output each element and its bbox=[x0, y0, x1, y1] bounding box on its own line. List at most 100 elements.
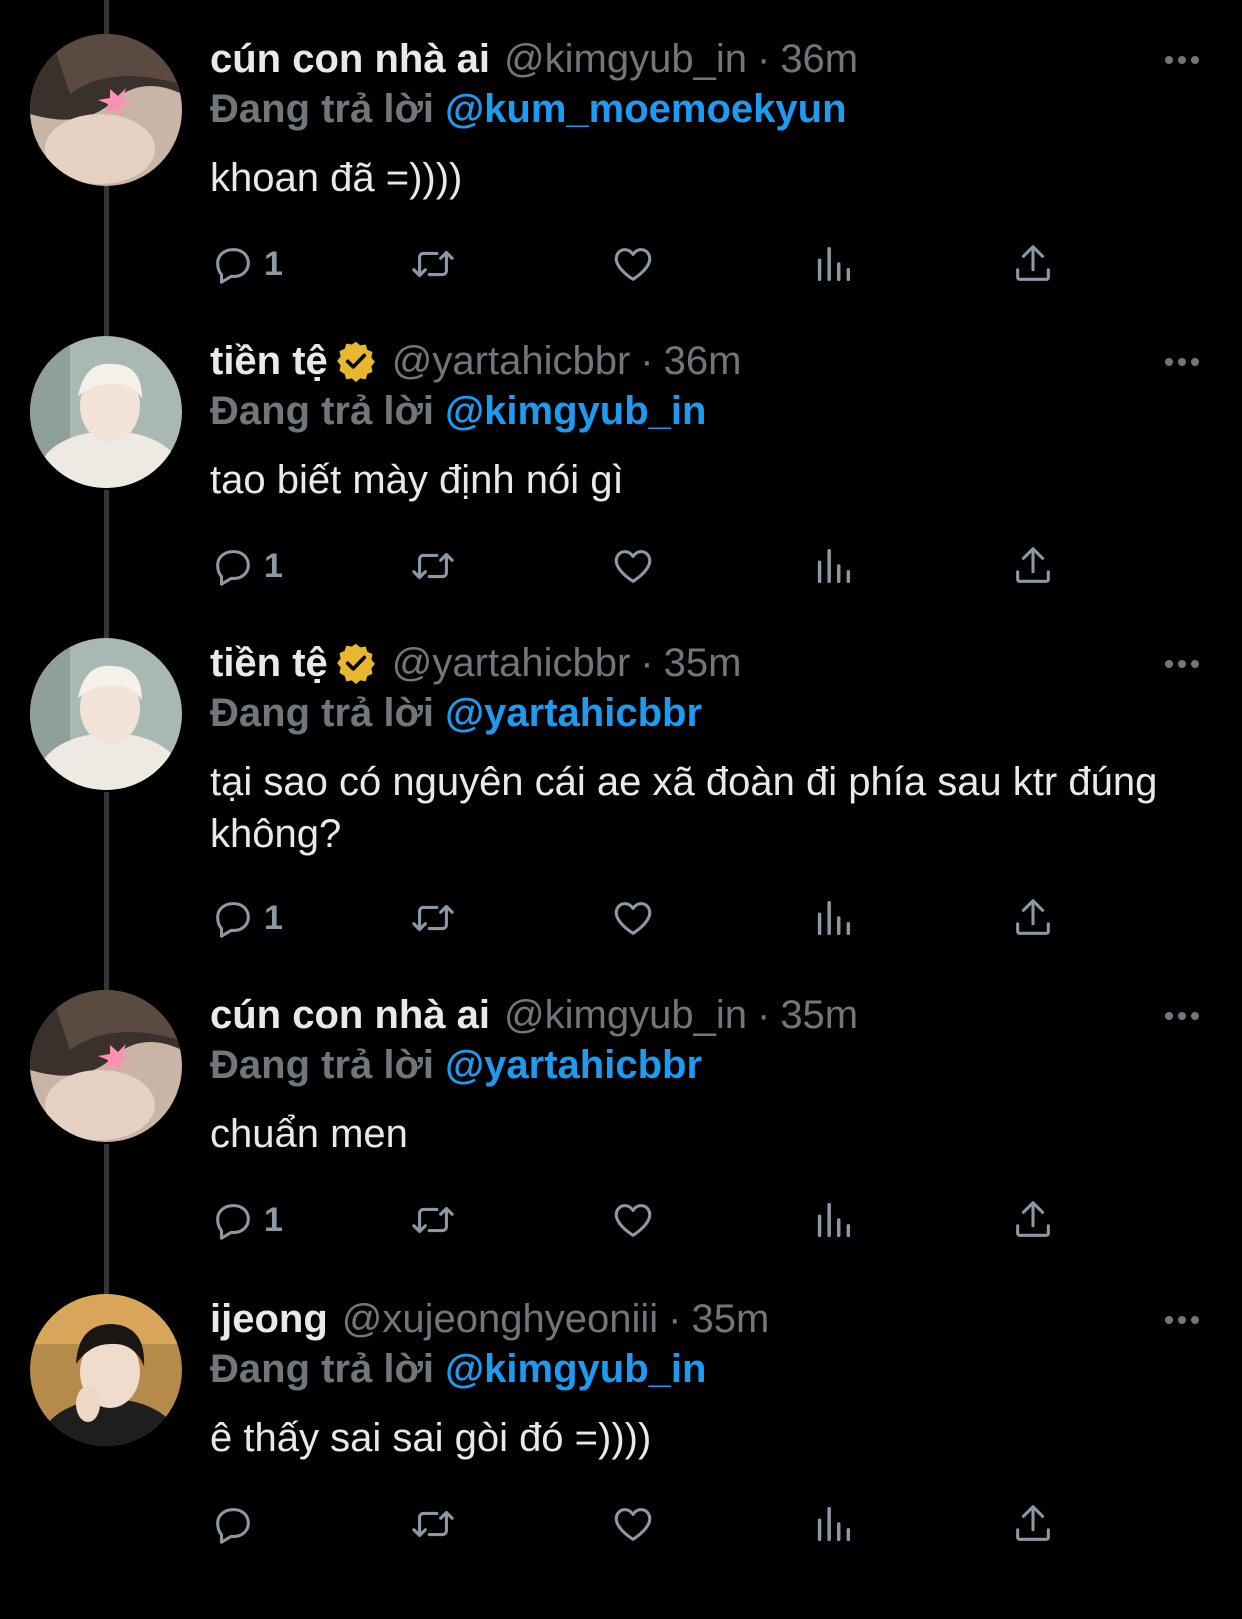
share-button[interactable] bbox=[1010, 240, 1056, 288]
share-button[interactable] bbox=[1010, 542, 1056, 590]
tweet-actions: 1 bbox=[210, 542, 1110, 590]
timestamp[interactable]: 36m bbox=[664, 336, 742, 386]
reply-button[interactable]: 1 bbox=[210, 542, 283, 590]
tweet[interactable]: tiền tệ @yartahicbbr · 36m Đang trả lời … bbox=[0, 336, 1242, 616]
like-button[interactable] bbox=[610, 542, 656, 590]
retweet-icon bbox=[412, 1510, 454, 1538]
reply-button[interactable]: 1 bbox=[210, 894, 283, 942]
views-button[interactable] bbox=[810, 240, 856, 288]
share-button[interactable] bbox=[1010, 894, 1056, 942]
replying-to: Đang trả lời @kimgyub_in bbox=[210, 1344, 1202, 1394]
tweet-header: ijeong @xujeonghyeoniii · 35m bbox=[210, 1294, 1202, 1344]
tweet-actions bbox=[210, 1500, 1110, 1548]
retweet-icon bbox=[412, 250, 454, 278]
display-name[interactable]: cún con nhà ai bbox=[210, 34, 490, 84]
reply-count: 1 bbox=[264, 898, 283, 937]
display-name[interactable]: cún con nhà ai bbox=[210, 990, 490, 1040]
tweet-text: chuẩn men bbox=[210, 1112, 408, 1156]
retweet-button[interactable] bbox=[410, 1500, 456, 1548]
timestamp[interactable]: 35m bbox=[780, 990, 858, 1040]
retweet-button[interactable] bbox=[410, 1196, 456, 1244]
share-button[interactable] bbox=[1010, 1500, 1056, 1548]
retweet-button[interactable] bbox=[410, 240, 456, 288]
reply-icon bbox=[216, 902, 250, 938]
like-button[interactable] bbox=[610, 894, 656, 942]
tweet-content: tiền tệ @yartahicbbr · 36m Đang trả lời … bbox=[210, 336, 1202, 506]
reply-button[interactable]: 1 bbox=[210, 240, 283, 288]
separator: · bbox=[756, 37, 771, 81]
share-icon bbox=[1016, 1505, 1050, 1541]
username[interactable]: @yartahicbbr bbox=[392, 336, 630, 386]
share-icon bbox=[1016, 547, 1050, 583]
avatar-photo-icon bbox=[30, 336, 182, 488]
avatar[interactable] bbox=[30, 638, 182, 790]
username[interactable]: @kimgyub_in bbox=[504, 990, 747, 1040]
replying-to: Đang trả lời @yartahicbbr bbox=[210, 1040, 1202, 1090]
reply-button[interactable] bbox=[210, 1500, 264, 1548]
avatar[interactable] bbox=[30, 34, 182, 186]
views-button[interactable] bbox=[810, 542, 856, 590]
like-button[interactable] bbox=[610, 240, 656, 288]
heart-icon bbox=[614, 1508, 652, 1541]
views-button[interactable] bbox=[810, 1196, 856, 1244]
share-icon bbox=[1016, 245, 1050, 281]
tweet[interactable]: cún con nhà ai @kimgyub_in · 35m Đang tr… bbox=[0, 990, 1242, 1270]
reply-mention-link[interactable]: @kum_moemoekyun bbox=[445, 87, 846, 131]
verified-badge-icon bbox=[334, 339, 378, 383]
reply-count: 1 bbox=[264, 1200, 283, 1239]
reply-mention-link[interactable]: @kimgyub_in bbox=[445, 1347, 706, 1391]
replying-to: Đang trả lời @kimgyub_in bbox=[210, 386, 1202, 436]
share-button[interactable] bbox=[1010, 1196, 1056, 1244]
tweet[interactable]: tiền tệ @yartahicbbr · 35m Đang trả lời … bbox=[0, 638, 1242, 968]
tweet[interactable]: ijeong @xujeonghyeoniii · 35m Đang trả l… bbox=[0, 1294, 1242, 1584]
reply-mention-link[interactable]: @yartahicbbr bbox=[445, 691, 702, 735]
username[interactable]: @yartahicbbr bbox=[392, 638, 630, 688]
analytics-icon bbox=[817, 1202, 851, 1238]
username[interactable]: @xujeonghyeoniii bbox=[342, 1294, 658, 1344]
tweet[interactable]: cún con nhà ai @kimgyub_in · 36m Đang tr… bbox=[0, 34, 1242, 314]
tweet-text: tao biết mày định nói gì bbox=[210, 458, 624, 502]
like-button[interactable] bbox=[610, 1196, 656, 1244]
timestamp[interactable]: 35m bbox=[664, 638, 742, 688]
avatar[interactable] bbox=[30, 1294, 182, 1446]
reply-icon bbox=[216, 550, 250, 586]
views-button[interactable] bbox=[810, 894, 856, 942]
avatar[interactable] bbox=[30, 990, 182, 1142]
retweet-icon bbox=[412, 552, 454, 580]
analytics-icon bbox=[817, 246, 851, 282]
analytics-icon bbox=[817, 900, 851, 936]
tweet-header: cún con nhà ai @kimgyub_in · 35m bbox=[210, 990, 1202, 1040]
replying-to-label: Đang trả lời bbox=[210, 691, 435, 735]
heart-icon bbox=[614, 902, 652, 935]
retweet-button[interactable] bbox=[410, 894, 456, 942]
retweet-icon bbox=[412, 904, 454, 932]
timestamp[interactable]: 35m bbox=[691, 1294, 769, 1344]
reply-mention-link[interactable]: @kimgyub_in bbox=[445, 389, 706, 433]
username[interactable]: @kimgyub_in bbox=[504, 34, 747, 84]
reply-button[interactable]: 1 bbox=[210, 1196, 283, 1244]
separator: · bbox=[640, 641, 654, 685]
thread-connector-line bbox=[104, 0, 109, 34]
reply-count: 1 bbox=[264, 546, 283, 585]
display-name[interactable]: tiền tệ bbox=[210, 336, 328, 386]
tweet-header: cún con nhà ai @kimgyub_in · 36m bbox=[210, 34, 1202, 84]
reply-thread: cún con nhà ai @kimgyub_in · 36m Đang tr… bbox=[0, 0, 1242, 1619]
retweet-button[interactable] bbox=[410, 542, 456, 590]
display-name[interactable]: ijeong bbox=[210, 1294, 328, 1344]
analytics-icon bbox=[817, 548, 851, 584]
avatar[interactable] bbox=[30, 336, 182, 488]
tweet-text: tại sao có nguyên cái ae xã đoàn đi phía… bbox=[210, 760, 1158, 856]
display-name[interactable]: tiền tệ bbox=[210, 638, 328, 688]
like-button[interactable] bbox=[610, 1500, 656, 1548]
separator: · bbox=[756, 993, 771, 1037]
timestamp[interactable]: 36m bbox=[780, 34, 858, 84]
views-button[interactable] bbox=[810, 1500, 856, 1548]
tweet-content: cún con nhà ai @kimgyub_in · 36m Đang tr… bbox=[210, 34, 1202, 204]
tweet-content: tiền tệ @yartahicbbr · 35m Đang trả lời … bbox=[210, 638, 1202, 860]
tweet-actions: 1 bbox=[210, 240, 1110, 288]
replying-to: Đang trả lời @kum_moemoekyun bbox=[210, 84, 1202, 134]
avatar-photo-icon bbox=[30, 990, 182, 1142]
tweet-content: ijeong @xujeonghyeoniii · 35m Đang trả l… bbox=[210, 1294, 1202, 1464]
reply-icon bbox=[216, 248, 250, 284]
reply-mention-link[interactable]: @yartahicbbr bbox=[445, 1043, 702, 1087]
